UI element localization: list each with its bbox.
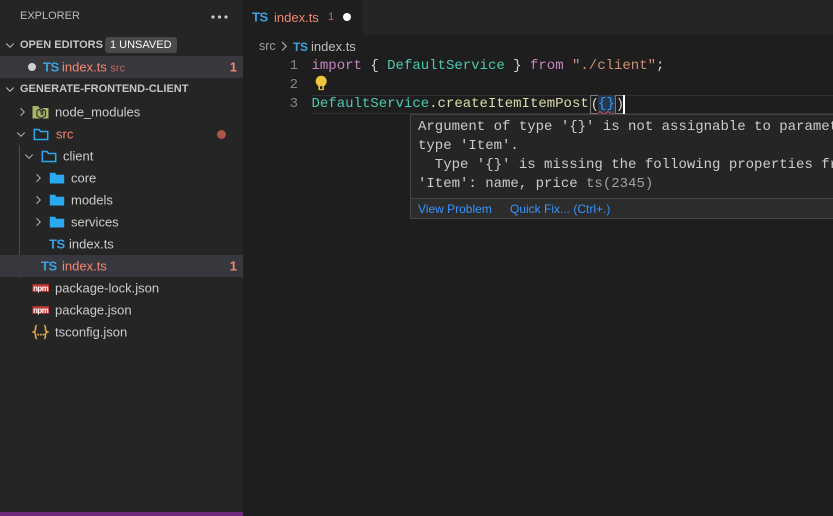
svg-text:npm: npm [33, 284, 49, 293]
svg-text:npm: npm [33, 306, 49, 315]
